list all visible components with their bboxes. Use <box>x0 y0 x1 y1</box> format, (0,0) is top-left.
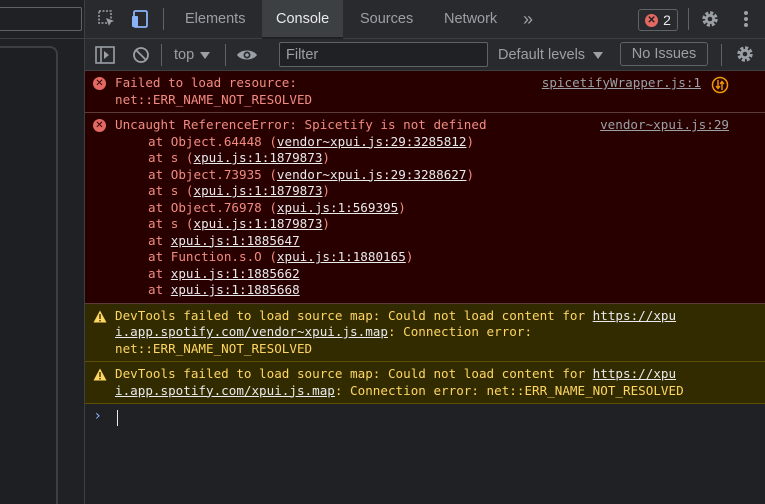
context-label: top <box>174 47 195 63</box>
filter-input[interactable] <box>279 42 488 67</box>
tab-console[interactable]: Console <box>262 0 344 39</box>
stack-frame-text: ) <box>322 216 330 231</box>
source-link[interactable]: vendor~xpui.js:29 <box>600 117 729 134</box>
context-selector[interactable]: top <box>174 44 211 66</box>
stack-frame-text: at <box>148 232 171 248</box>
warning-icon <box>93 368 107 382</box>
more-tabs-button[interactable]: » <box>523 0 533 38</box>
log-levels-dropdown[interactable]: Default levels <box>498 44 604 66</box>
stack-frame-text: at Function.s.O ( <box>148 249 277 264</box>
stack-frame-text: at <box>148 282 171 297</box>
stack-frame-link[interactable]: xpui.js:1:1885668 <box>171 282 300 297</box>
stack-frame: at s (xpui.js:1:1879873) <box>115 150 765 167</box>
stack-frame-text: ) <box>322 183 330 198</box>
stack-frame-text: at s ( <box>148 150 194 165</box>
console-message-error: ✕ Failed to load resource: net::ERR_NAME… <box>85 71 765 113</box>
stack-frame: at s (xpui.js:1:1879873) <box>115 183 765 200</box>
inspect-element-icon[interactable] <box>96 8 118 30</box>
stack-trace: at Object.64448 (vendor~xpui.js:29:32858… <box>115 134 765 299</box>
settings-gear-icon[interactable] <box>699 8 721 30</box>
device-toolbar-icon[interactable] <box>129 8 151 30</box>
error-icon: ✕ <box>93 77 107 91</box>
stack-frame-text: ) <box>405 249 414 264</box>
toolbar-separator <box>688 8 689 30</box>
sidebar-toggle-icon[interactable] <box>94 44 116 66</box>
stack-frame-link[interactable]: xpui.js:1:1879873 <box>194 183 323 198</box>
source-map-link[interactable]: https://xpu <box>593 308 676 323</box>
message-text: DevTools failed to load source map: Coul… <box>115 366 593 381</box>
stack-frame-link[interactable]: xpui.js:1:1879873 <box>194 216 323 231</box>
stack-frame-link[interactable]: xpui.js:1:1880165 <box>277 249 406 264</box>
stack-frame-text: ) <box>466 133 475 149</box>
devtools-tabbar: Elements Console Sources Network » ✕ 2 <box>85 0 765 39</box>
toolbar-separator <box>161 44 162 66</box>
error-icon: ✕ <box>645 13 659 27</box>
console-settings-gear-icon[interactable] <box>734 43 756 65</box>
error-count: 2 <box>663 12 671 28</box>
chevron-down-icon <box>200 51 211 59</box>
page-divider <box>0 38 84 39</box>
stack-frame: at Object.73935 (vendor~xpui.js:29:32886… <box>115 167 765 184</box>
stack-frame-link[interactable]: xpui.js:1:1885647 <box>171 233 300 248</box>
console-message-error: ✕ Uncaught ReferenceError: Spicetify is … <box>85 113 765 304</box>
tab-network[interactable]: Network <box>444 0 497 38</box>
stack-frame: at s (xpui.js:1:1879873) <box>115 216 765 233</box>
error-count-badge[interactable]: ✕ 2 <box>638 9 678 31</box>
message-text: : Connection error: net::ERR_NAME_NOT_RE… <box>334 382 684 398</box>
stack-frame: at Object.64448 (vendor~xpui.js:29:32858… <box>115 134 765 151</box>
stack-frame: at Object.76978 (xpui.js:1:569395) <box>115 200 765 217</box>
page-input[interactable] <box>0 7 82 31</box>
message-text: DevTools failed to load source map: Coul… <box>115 307 593 323</box>
toolbar-separator <box>163 8 164 30</box>
text-cursor <box>117 410 118 426</box>
message-text: : Connection error: <box>387 324 533 339</box>
stack-frame-link[interactable]: vendor~xpui.js:29:3285812 <box>277 134 467 149</box>
chevron-down-icon <box>593 51 604 59</box>
network-jump-icon[interactable] <box>711 76 729 99</box>
toolbar-separator <box>225 44 226 66</box>
tab-sources[interactable]: Sources <box>360 0 413 38</box>
stack-frame-text: ) <box>322 150 330 165</box>
stack-frame-text: at s ( <box>148 183 194 198</box>
console-message-warning: DevTools failed to load source map: Coul… <box>85 303 765 362</box>
toolbar-separator <box>721 44 722 66</box>
page-panel <box>0 46 58 504</box>
stack-frame-link[interactable]: xpui.js:1:1885662 <box>171 266 300 281</box>
stack-frame-text: at Object.73935 ( <box>148 166 277 182</box>
stack-frame-text: at <box>148 265 171 281</box>
stack-frame-text: at Object.64448 ( <box>148 133 277 149</box>
more-options-icon[interactable] <box>735 8 757 30</box>
page-area <box>0 0 85 504</box>
tab-elements[interactable]: Elements <box>185 0 245 38</box>
message-text: net::ERR_NAME_NOT_RESOLVED <box>115 91 313 107</box>
devtools-panel: Elements Console Sources Network » ✕ 2 t… <box>85 0 765 504</box>
source-link[interactable]: spicetifyWrapper.js:1 <box>542 75 701 92</box>
stack-frame: at Function.s.O (xpui.js:1:1880165) <box>115 249 765 266</box>
stack-frame-text: ) <box>466 166 475 182</box>
stack-frame-text: ) <box>398 199 406 215</box>
stack-frame: at xpui.js:1:1885662 <box>115 266 765 283</box>
stack-frame: at xpui.js:1:1885647 <box>115 233 765 250</box>
error-icon: ✕ <box>93 119 107 133</box>
live-expression-eye-icon[interactable] <box>236 44 258 66</box>
stack-frame-link[interactable]: vendor~xpui.js:29:3288627 <box>277 167 467 182</box>
stack-frame-link[interactable]: xpui.js:1:569395 <box>277 200 398 215</box>
clear-console-icon[interactable] <box>130 44 152 66</box>
console-messages: ✕ Failed to load resource: net::ERR_NAME… <box>85 71 765 504</box>
warning-icon <box>93 310 107 324</box>
stack-frame-text: at Object.76978 ( <box>148 199 277 215</box>
issues-button[interactable]: No Issues <box>620 42 708 66</box>
source-map-link[interactable]: i.app.spotify.com/xpui.js.map <box>115 383 335 398</box>
stack-frame-text: at s ( <box>148 216 194 231</box>
source-map-link[interactable]: i.app.spotify.com/vendor~xpui.js.map <box>115 324 388 339</box>
prompt-chevron-icon: › <box>95 408 101 424</box>
source-map-link[interactable]: https://xpu <box>593 366 676 381</box>
log-levels-label: Default levels <box>498 47 586 63</box>
message-text: net::ERR_NAME_NOT_RESOLVED <box>115 340 313 356</box>
console-toolbar: top Default levels No Issues <box>85 39 765 71</box>
console-prompt[interactable]: › <box>85 404 765 430</box>
stack-frame-link[interactable]: xpui.js:1:1879873 <box>194 150 323 165</box>
stack-frame: at xpui.js:1:1885668 <box>115 282 765 299</box>
console-message-warning: DevTools failed to load source map: Coul… <box>85 362 765 404</box>
